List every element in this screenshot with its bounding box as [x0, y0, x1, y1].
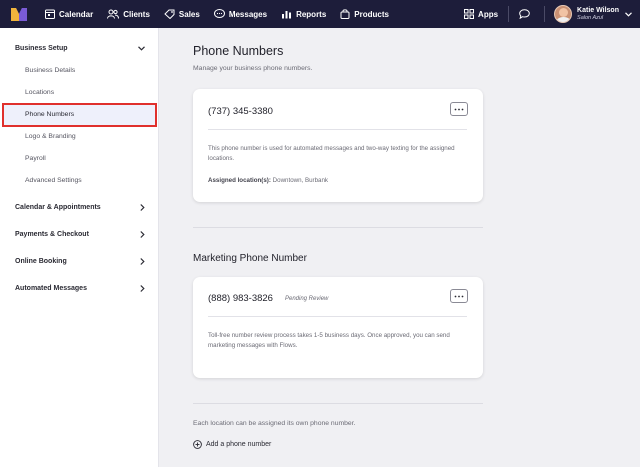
sidebar-item-locations[interactable]: Locations	[25, 89, 54, 96]
nav-apps[interactable]: Apps	[457, 0, 505, 28]
clients-icon	[107, 9, 120, 19]
sidebar-section-business-setup[interactable]: Business Setup	[15, 45, 145, 52]
sidebar-item-payroll[interactable]: Payroll	[25, 155, 46, 162]
phone-number-card: (737) 345-3380 This phone number is used…	[193, 89, 483, 202]
card-divider	[208, 129, 467, 130]
card-divider	[208, 316, 467, 317]
calendar-icon	[45, 9, 55, 19]
chevron-down-icon	[138, 46, 145, 51]
sidebar-section-label: Automated Messages	[15, 285, 87, 292]
page-subtitle: Manage your business phone numbers.	[193, 65, 313, 72]
user-menu[interactable]: Katie Wilson Salon Azul	[548, 5, 640, 23]
avatar	[554, 5, 573, 23]
sidebar-section-label: Calendar & Appointments	[15, 204, 101, 211]
sidebar-section-label: Business Setup	[15, 45, 68, 52]
nav-messages-label: Messages	[228, 9, 268, 19]
section-divider	[193, 227, 483, 228]
nav-divider	[544, 6, 546, 22]
location-note: Each location can be assigned its own ph…	[193, 420, 356, 427]
sidebar-item-advanced-settings[interactable]: Advanced Settings	[25, 177, 82, 184]
more-options-button[interactable]	[450, 289, 468, 303]
section-divider	[193, 403, 483, 404]
user-org: Salon Azul	[577, 14, 604, 21]
sidebar-section-label: Payments & Checkout	[15, 231, 89, 238]
assigned-label: Assigned location(s):	[208, 177, 271, 184]
nav-products-label: Products	[354, 9, 389, 19]
chat-button[interactable]	[512, 0, 541, 28]
sidebar-section-payments-checkout[interactable]: Payments & Checkout	[15, 231, 145, 238]
ellipsis-icon	[454, 108, 464, 110]
chevron-right-icon	[140, 258, 145, 265]
sidebar-item-logo-branding[interactable]: Logo & Branding	[25, 133, 76, 140]
nav-calendar[interactable]: Calendar	[38, 0, 100, 28]
nav-products[interactable]: Products	[333, 0, 396, 28]
marketing-title: Marketing Phone Number	[193, 253, 307, 264]
status-badge: Pending Review	[285, 296, 329, 302]
main-content: Phone Numbers Manage your business phone…	[159, 28, 640, 467]
assigned-locations: Assigned location(s): Downtown, Burbank	[208, 177, 328, 184]
nav-clients-label: Clients	[123, 9, 150, 19]
nav-divider	[508, 6, 510, 22]
nav-reports-label: Reports	[296, 9, 327, 19]
marketing-description: Toll-free number review process takes 1-…	[208, 332, 450, 349]
settings-sidebar: Business Setup Business Details Location…	[0, 28, 159, 467]
brand-logo[interactable]	[0, 0, 38, 28]
sidebar-section-label: Online Booking	[15, 258, 67, 265]
ellipsis-icon	[454, 295, 464, 297]
marketing-phone-number: (888) 983-3826	[208, 293, 273, 304]
top-nav: Calendar Clients Sales Messages Reports …	[0, 0, 640, 28]
nav-messages[interactable]: Messages	[207, 0, 274, 28]
sidebar-item-phone-numbers[interactable]: Phone Numbers	[2, 103, 157, 127]
sidebar-section-online-booking[interactable]: Online Booking	[15, 258, 145, 265]
bag-icon	[340, 9, 350, 19]
chevron-right-icon	[140, 204, 145, 211]
more-options-button[interactable]	[450, 102, 468, 116]
tag-icon	[164, 9, 175, 19]
sidebar-item-business-details[interactable]: Business Details	[25, 67, 75, 74]
chevron-down-icon	[625, 11, 632, 17]
nav-sales-label: Sales	[178, 9, 200, 19]
add-phone-number-label: Add a phone number	[206, 441, 272, 448]
speech-bubble-icon	[519, 9, 530, 19]
phone-description: This phone number is used for automated …	[208, 145, 455, 162]
plus-circle-icon	[193, 440, 202, 449]
user-name: Katie Wilson	[577, 7, 619, 15]
sidebar-section-calendar-appointments[interactable]: Calendar & Appointments	[15, 204, 145, 211]
chevron-right-icon	[140, 285, 145, 292]
sidebar-item-label: Phone Numbers	[25, 111, 75, 118]
add-phone-number-link[interactable]: Add a phone number	[193, 440, 271, 449]
chat-bubble-icon	[213, 9, 225, 18]
nav-clients[interactable]: Clients	[100, 0, 157, 28]
nav-sales[interactable]: Sales	[157, 0, 207, 28]
marketing-phone-card: (888) 983-3826 Pending Review Toll-free …	[193, 277, 483, 378]
bar-chart-icon	[282, 11, 292, 19]
grid-icon	[464, 9, 475, 19]
nav-calendar-label: Calendar	[59, 9, 94, 19]
nav-reports[interactable]: Reports	[274, 0, 333, 28]
page-title: Phone Numbers	[193, 44, 284, 58]
assigned-value: Downtown, Burbank	[272, 177, 329, 184]
chevron-right-icon	[140, 231, 145, 238]
sidebar-section-automated-messages[interactable]: Automated Messages	[15, 285, 145, 292]
phone-number: (737) 345-3380	[208, 106, 273, 117]
nav-apps-label: Apps	[478, 9, 499, 19]
